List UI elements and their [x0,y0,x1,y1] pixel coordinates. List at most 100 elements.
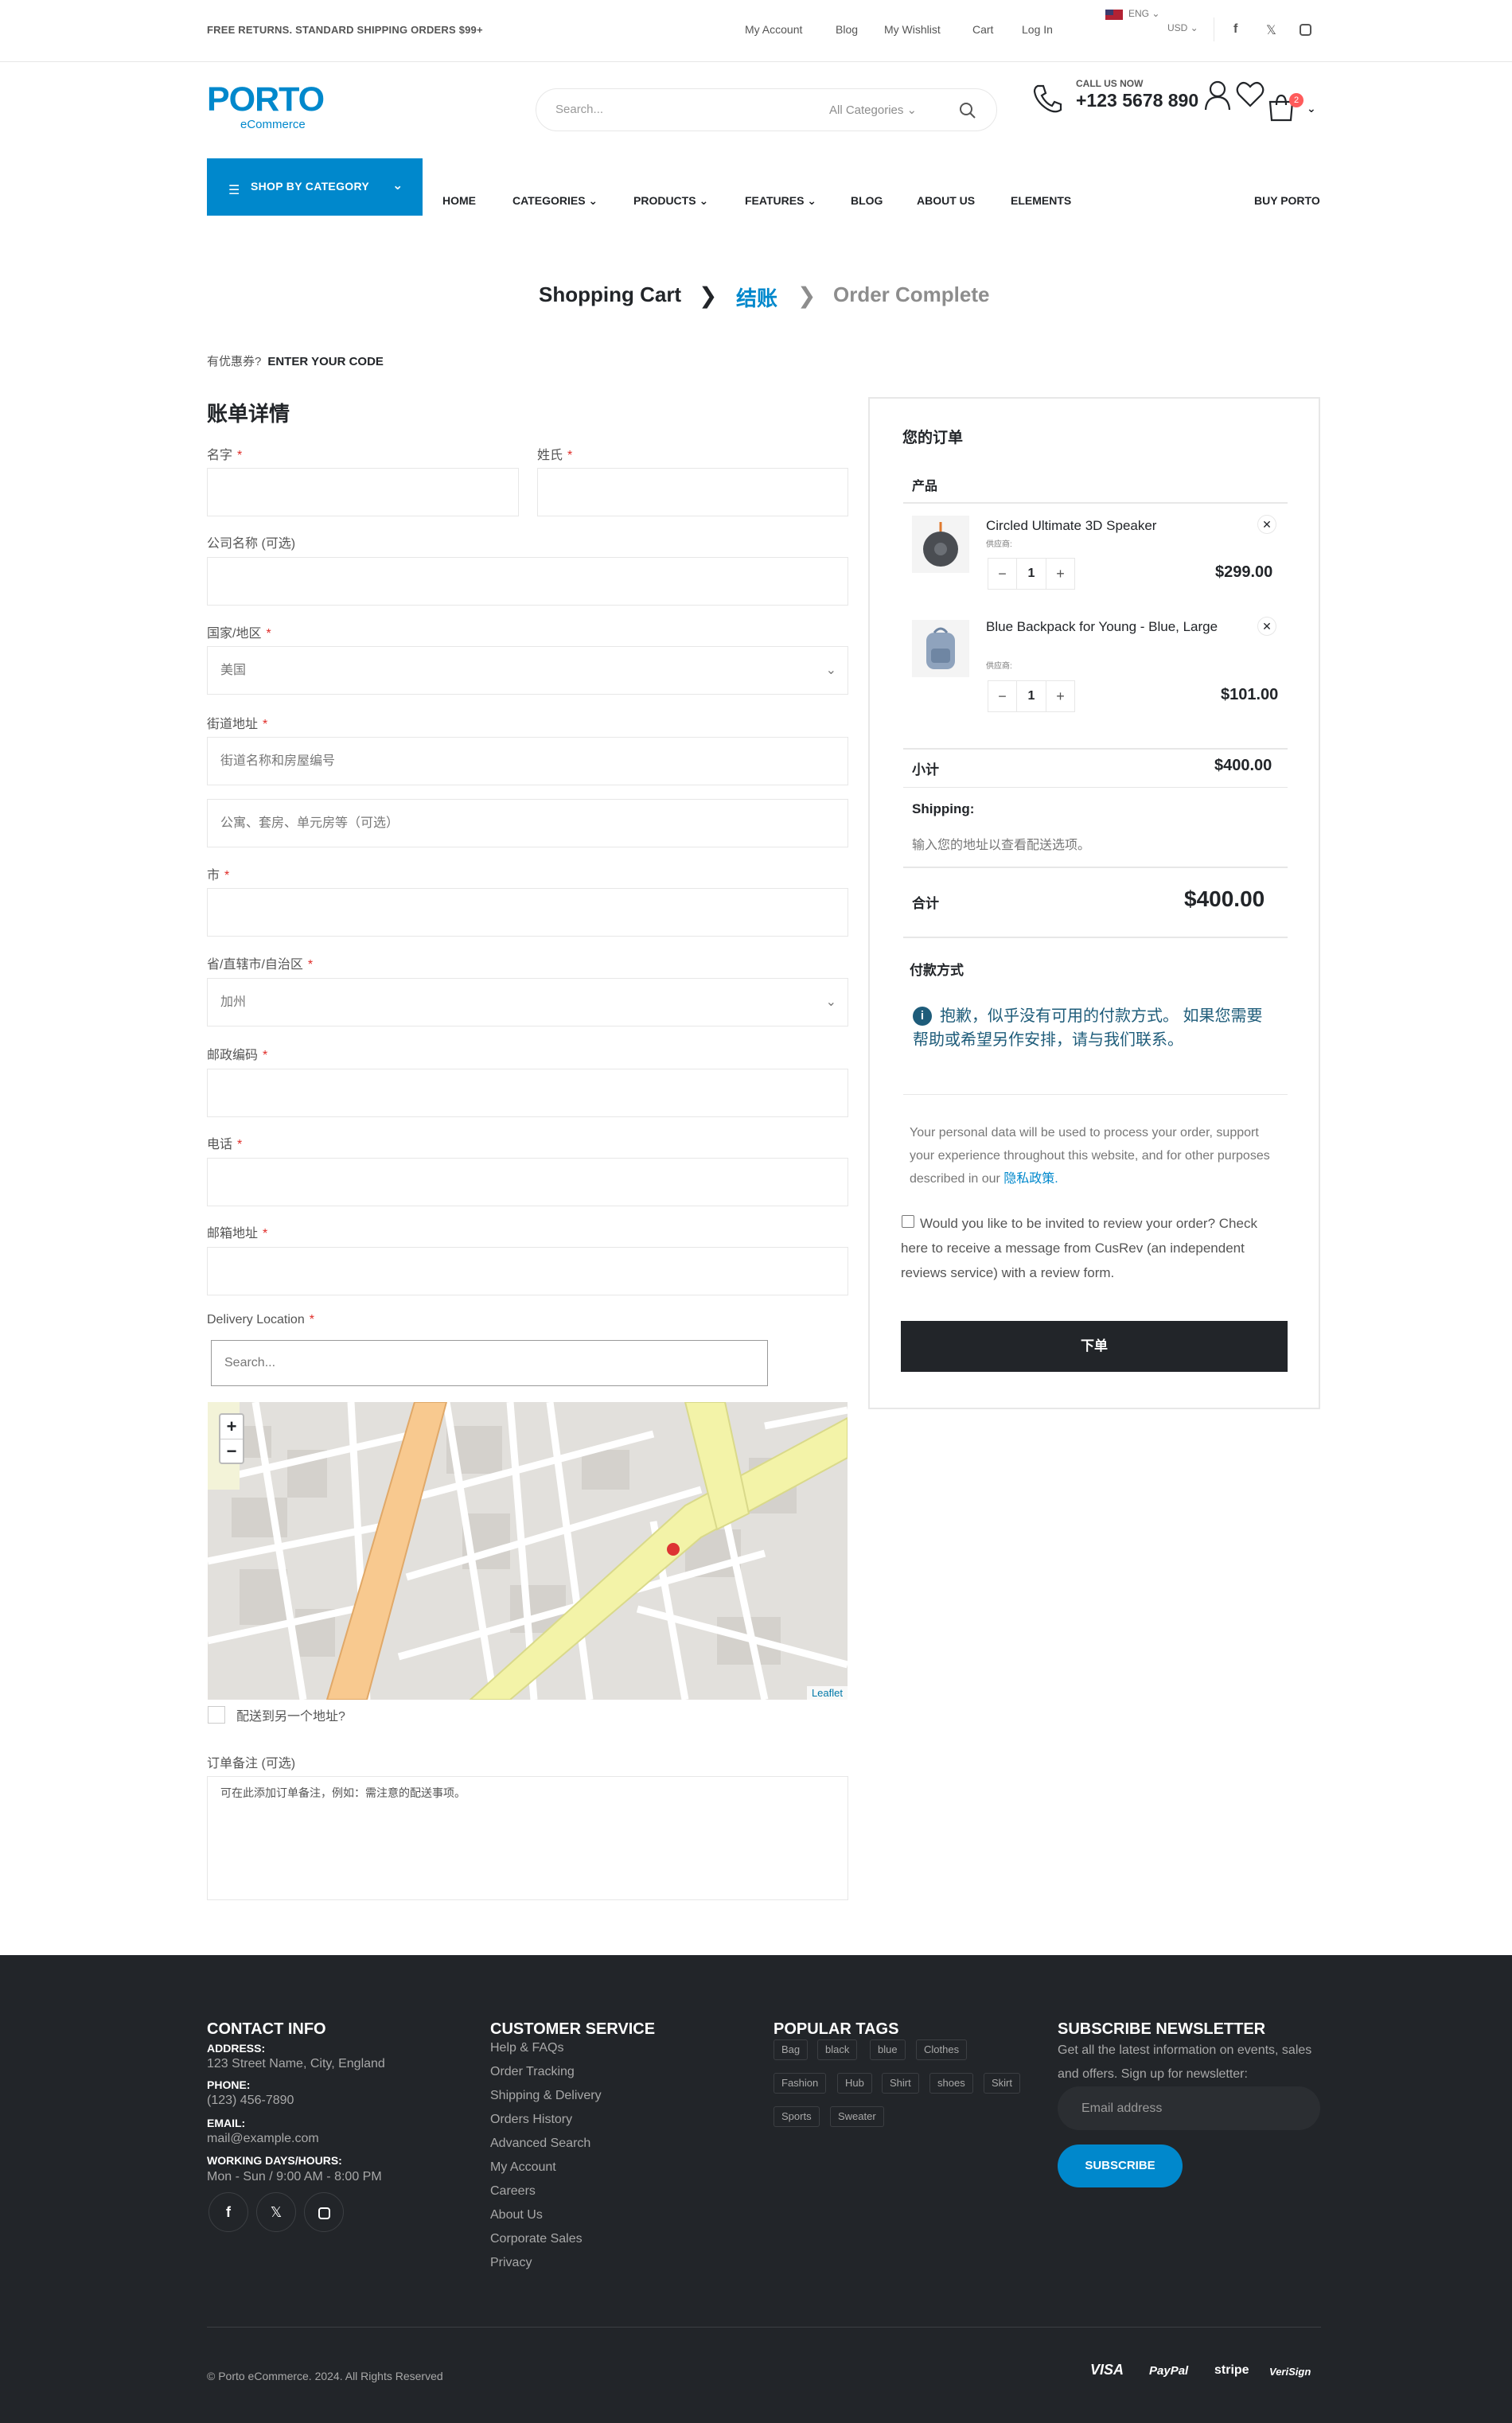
tag-shirt[interactable]: Shirt [882,2073,919,2094]
footer-link-orders-history[interactable]: Orders History [490,2113,572,2127]
product-price: $101.00 [1221,686,1279,703]
zip-field[interactable] [207,1069,848,1117]
nav-products[interactable]: PRODUCTS ⌄ [633,194,708,208]
email-value[interactable]: mail@example.com [207,2132,319,2146]
currency-select[interactable]: USD ⌄ [1167,22,1198,33]
newsletter-email-input[interactable]: Email address [1058,2086,1320,2130]
tag-bag[interactable]: Bag [774,2039,809,2060]
footer-link-advanced-search[interactable]: Advanced Search [490,2137,590,2151]
company-label: 公司名称 (可选) [207,537,296,551]
customer-service-title: CUSTOMER SERVICE [490,2020,656,2038]
login-link[interactable]: Log In [1022,23,1053,36]
qty-value[interactable]: 1 [1017,681,1046,711]
increase-qty-button[interactable]: + [1046,559,1074,589]
search-icon[interactable] [958,101,977,120]
email-field[interactable] [207,1247,848,1295]
first-name-field[interactable] [207,468,519,516]
zoom-in-button[interactable]: + [220,1415,243,1439]
logo[interactable]: PORTO [207,83,325,117]
street-address-field[interactable]: 街道名称和房屋编号 [207,737,848,785]
tag-black[interactable]: black [817,2039,858,2060]
nav-elements[interactable]: ELEMENTS [1011,194,1071,207]
nav-home[interactable]: HOME [442,194,476,207]
x-twitter-icon[interactable]: 𝕏 [256,2192,296,2232]
phone-value[interactable]: (123) 456-7890 [207,2094,294,2108]
delivery-search-input[interactable]: Search... [211,1340,768,1386]
language-select[interactable]: ENG ⌄ [1128,8,1159,19]
quantity-stepper[interactable]: − 1 + [988,558,1075,590]
instagram-icon[interactable] [304,2192,344,2232]
quantity-stepper[interactable]: − 1 + [988,680,1075,712]
remove-item-button[interactable]: ✕ [1257,617,1276,636]
nav-blog[interactable]: BLOG [851,194,883,207]
product-name[interactable]: Blue Backpack for Young - Blue, Large [986,616,1225,638]
nav-categories[interactable]: CATEGORIES ⌄ [512,194,598,208]
decrease-qty-button[interactable]: − [988,681,1017,711]
footer-link-order-tracking[interactable]: Order Tracking [490,2065,575,2079]
map-attribution-link[interactable]: Leaflet [806,1686,848,1700]
increase-qty-button[interactable]: + [1046,681,1074,711]
ship-different-checkbox[interactable] [208,1706,225,1724]
enter-coupon-link[interactable]: ENTER YOUR CODE [267,355,384,368]
cart-link[interactable]: Cart [972,23,993,36]
order-notes-textarea[interactable]: 可在此添加订单备注，例如：需注意的配送事项。 [207,1776,848,1900]
street-address-2-field[interactable]: 公寓、套房、单元房等（可选） [207,799,848,847]
footer-link-my-account[interactable]: My Account [490,2160,556,2175]
nav-about-us[interactable]: ABOUT US [917,194,975,207]
step-checkout: 结账 [736,286,778,310]
country-select[interactable]: 美国 ⌄ [207,646,848,695]
heart-icon[interactable] [1236,81,1265,108]
user-icon[interactable] [1203,80,1232,111]
step-shopping-cart[interactable]: Shopping Cart [539,282,681,307]
tag-blue[interactable]: blue [870,2039,906,2060]
tag-fashion[interactable]: Fashion [774,2073,827,2094]
company-field[interactable] [207,557,848,606]
nav-features[interactable]: FEATURES ⌄ [745,194,816,208]
tag-sports[interactable]: Sports [774,2106,820,2127]
x-twitter-icon[interactable]: 𝕏 [1266,22,1276,38]
my-account-link[interactable]: My Account [745,23,802,36]
footer-link-privacy[interactable]: Privacy [490,2256,532,2270]
product-thumbnail[interactable] [912,620,969,677]
footer-link-shipping[interactable]: Shipping & Delivery [490,2089,602,2103]
tag-shoes[interactable]: shoes [929,2073,973,2094]
footer-link-about-us[interactable]: About Us [490,2208,543,2222]
zoom-out-button[interactable]: − [220,1439,243,1463]
my-wishlist-link[interactable]: My Wishlist [884,23,941,36]
product-thumbnail[interactable] [912,516,969,573]
last-name-field[interactable] [537,468,848,516]
blog-link[interactable]: Blog [836,23,858,36]
search-input[interactable]: Search... [555,103,603,116]
call-number[interactable]: +123 5678 890 [1076,90,1198,111]
facebook-icon[interactable]: f [1233,22,1237,37]
ship-different-label: 配送到另一个地址? [236,1710,345,1724]
email-label: EMAIL: [207,2117,246,2129]
tag-clothes[interactable]: Clothes [916,2039,968,2060]
buy-porto-link[interactable]: BUY PORTO [1254,194,1320,207]
subscribe-button[interactable]: SUBSCRIBE [1058,2144,1183,2187]
footer-link-corporate-sales[interactable]: Corporate Sales [490,2232,583,2246]
footer-link-help[interactable]: Help & FAQs [490,2041,563,2055]
chevron-down-icon[interactable]: ⌄ [1307,102,1316,115]
city-field[interactable] [207,888,848,937]
phone-field[interactable] [207,1158,848,1206]
place-order-button[interactable]: 下单 [901,1321,1288,1372]
tag-sweater[interactable]: Sweater [830,2106,884,2127]
facebook-icon[interactable]: f [208,2192,248,2232]
zip-label: 邮政编码 * [207,1049,268,1062]
privacy-policy-link[interactable]: 隐私政策. [1003,1172,1058,1186]
decrease-qty-button[interactable]: − [988,559,1017,589]
delivery-map[interactable]: + − Leaflet [208,1402,848,1700]
qty-value[interactable]: 1 [1017,559,1046,589]
remove-item-button[interactable]: ✕ [1257,515,1276,534]
tag-hub[interactable]: Hub [837,2073,872,2094]
tag-skirt[interactable]: Skirt [984,2073,1020,2094]
subtotal-value: $400.00 [1214,757,1272,774]
search-bar[interactable]: Search... All Categories ⌄ [536,88,997,131]
search-category-select[interactable]: All Categories ⌄ [829,103,917,117]
instagram-icon[interactable] [1300,24,1311,36]
product-name[interactable]: Circled Ultimate 3D Speaker [986,515,1156,537]
shop-by-category-button[interactable]: ☰ SHOP BY CATEGORY ⌄ [207,158,423,216]
state-select[interactable]: 加州 ⌄ [207,978,848,1026]
footer-link-careers[interactable]: Careers [490,2184,536,2199]
